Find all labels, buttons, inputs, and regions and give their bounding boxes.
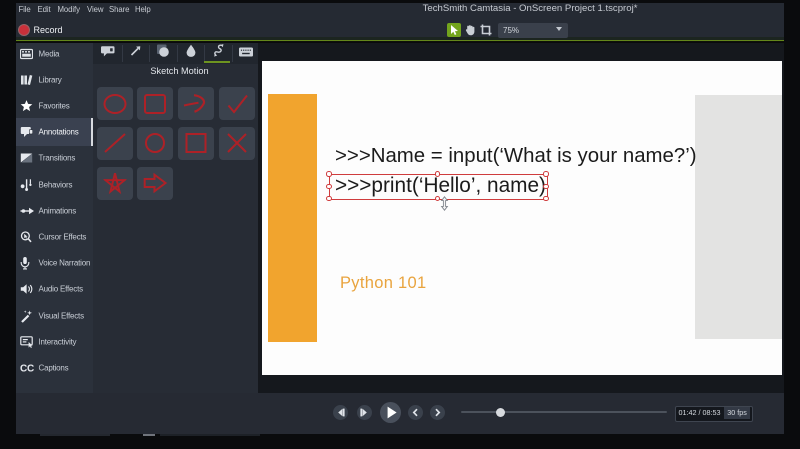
svg-text:CC: CC — [20, 363, 34, 373]
